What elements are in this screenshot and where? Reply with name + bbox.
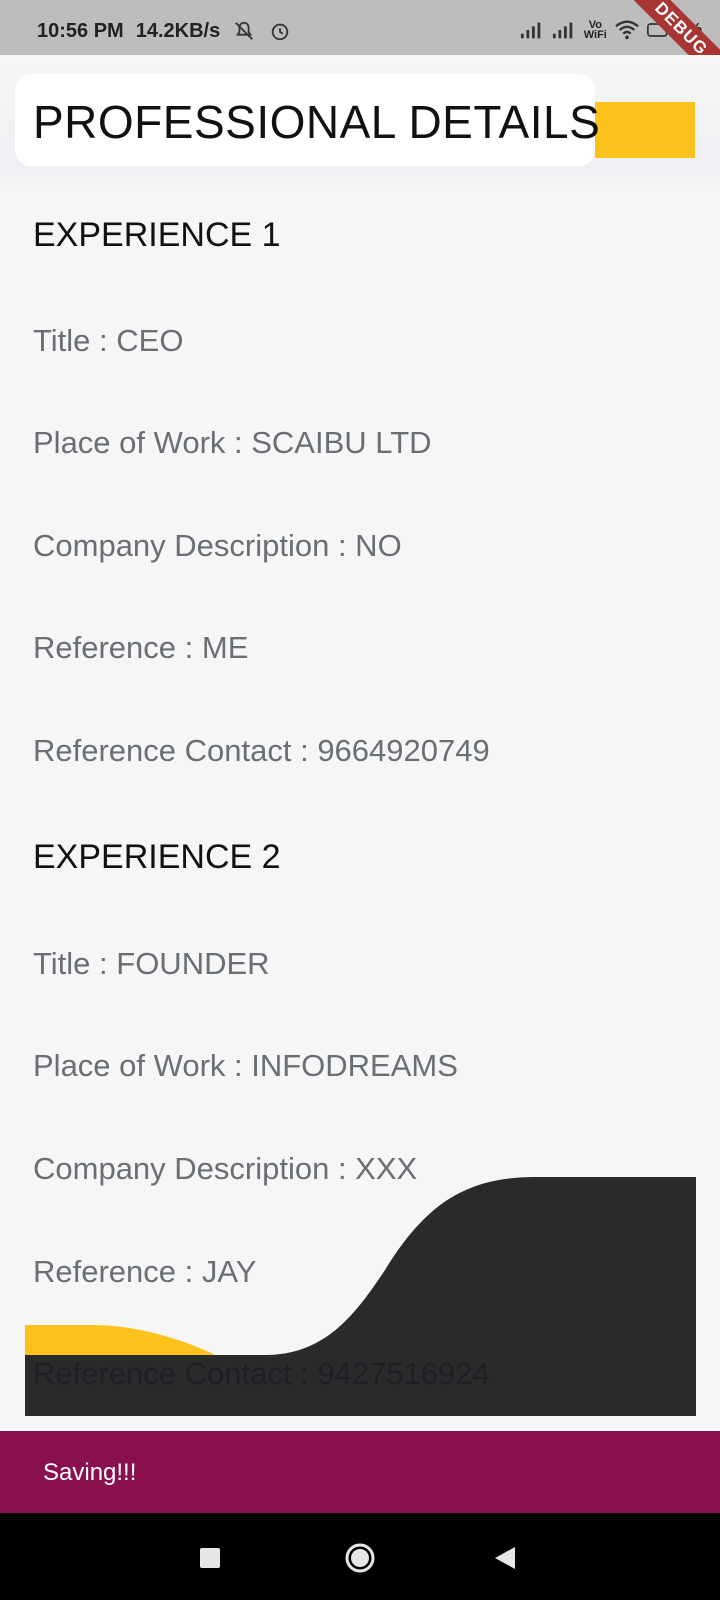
mute-icon [232, 19, 256, 43]
snackbar: Saving!!! [0, 1431, 720, 1513]
status-left: 10:56 PM 14.2KB/s [37, 19, 292, 43]
snackbar-message: Saving!!! [43, 1459, 137, 1486]
status-bar: 10:56 PM 14.2KB/s Vo WiFi 3% DEBUG [0, 0, 720, 55]
page-title: PROFESSIONAL DETAILS [33, 96, 601, 148]
navigation-bar [0, 1513, 720, 1600]
experience-1-heading: EXPERIENCE 1 [33, 216, 281, 254]
home-icon[interactable] [340, 1538, 380, 1578]
network-speed: 14.2KB/s [135, 19, 221, 42]
signal-icon [552, 18, 576, 42]
experience-2-heading: EXPERIENCE 2 [33, 838, 281, 876]
signal-icon [520, 18, 544, 42]
vowifi-bottom: WiFi [583, 29, 607, 41]
experience-2-contact: Reference Contact : 9427516924 [33, 1356, 490, 1391]
vowifi-icon: Vo WiFi [583, 20, 607, 41]
experience-1-description: Company Description : NO [33, 528, 402, 563]
status-time: 10:56 PM [37, 19, 124, 42]
wifi-icon [615, 18, 639, 42]
experience-2-place: Place of Work : INFODREAMS [33, 1048, 458, 1083]
experience-2-title: Title : FOUNDER [33, 946, 270, 981]
experience-1-reference: Reference : ME [33, 630, 249, 665]
alarm-icon [268, 19, 292, 43]
experience-1-title: Title : CEO [33, 323, 184, 358]
back-icon[interactable] [485, 1538, 525, 1578]
experience-1-place: Place of Work : SCAIBU LTD [33, 425, 432, 460]
header-accent [595, 102, 695, 158]
experience-1-contact: Reference Contact : 9664920749 [33, 733, 490, 768]
recents-icon[interactable] [190, 1538, 230, 1578]
